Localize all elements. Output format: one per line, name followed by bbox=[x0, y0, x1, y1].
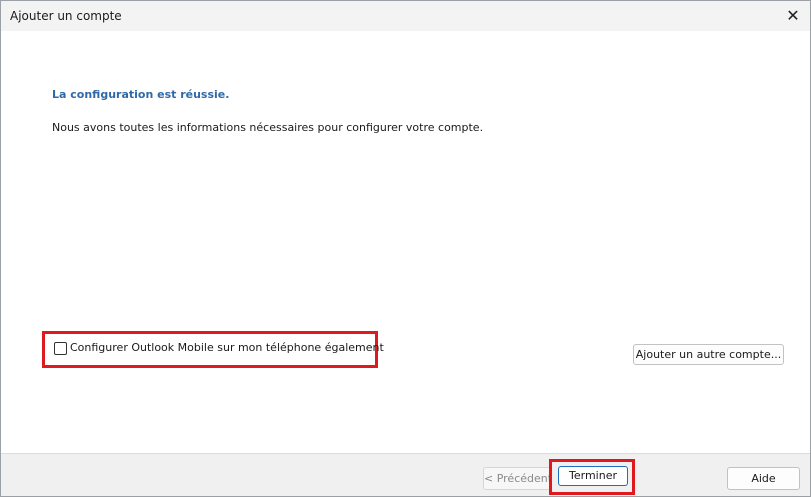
add-account-dialog: Ajouter un compte ✕ La configuration est… bbox=[0, 0, 811, 497]
add-another-account-button[interactable]: Ajouter un autre compte... bbox=[633, 344, 784, 365]
help-button[interactable]: Aide bbox=[727, 467, 800, 490]
window-title: Ajouter un compte bbox=[10, 9, 122, 23]
dialog-content: La configuration est réussie. Nous avons… bbox=[1, 31, 810, 453]
outlook-mobile-checkbox[interactable] bbox=[54, 342, 67, 355]
dialog-footer: < Précédent Terminer Aide bbox=[1, 454, 810, 496]
finish-button-highlight: Terminer bbox=[549, 459, 635, 495]
title-bar: Ajouter un compte ✕ bbox=[1, 1, 810, 31]
outlook-mobile-checkbox-label[interactable]: Configurer Outlook Mobile sur mon téléph… bbox=[70, 341, 384, 354]
previous-button[interactable]: < Précédent bbox=[483, 467, 552, 490]
finish-button[interactable]: Terminer bbox=[558, 466, 628, 486]
info-text: Nous avons toutes les informations néces… bbox=[52, 121, 484, 134]
close-icon[interactable]: ✕ bbox=[780, 3, 806, 29]
mobile-option-highlight: Configurer Outlook Mobile sur mon téléph… bbox=[42, 331, 384, 368]
success-heading: La configuration est réussie. bbox=[52, 88, 230, 101]
